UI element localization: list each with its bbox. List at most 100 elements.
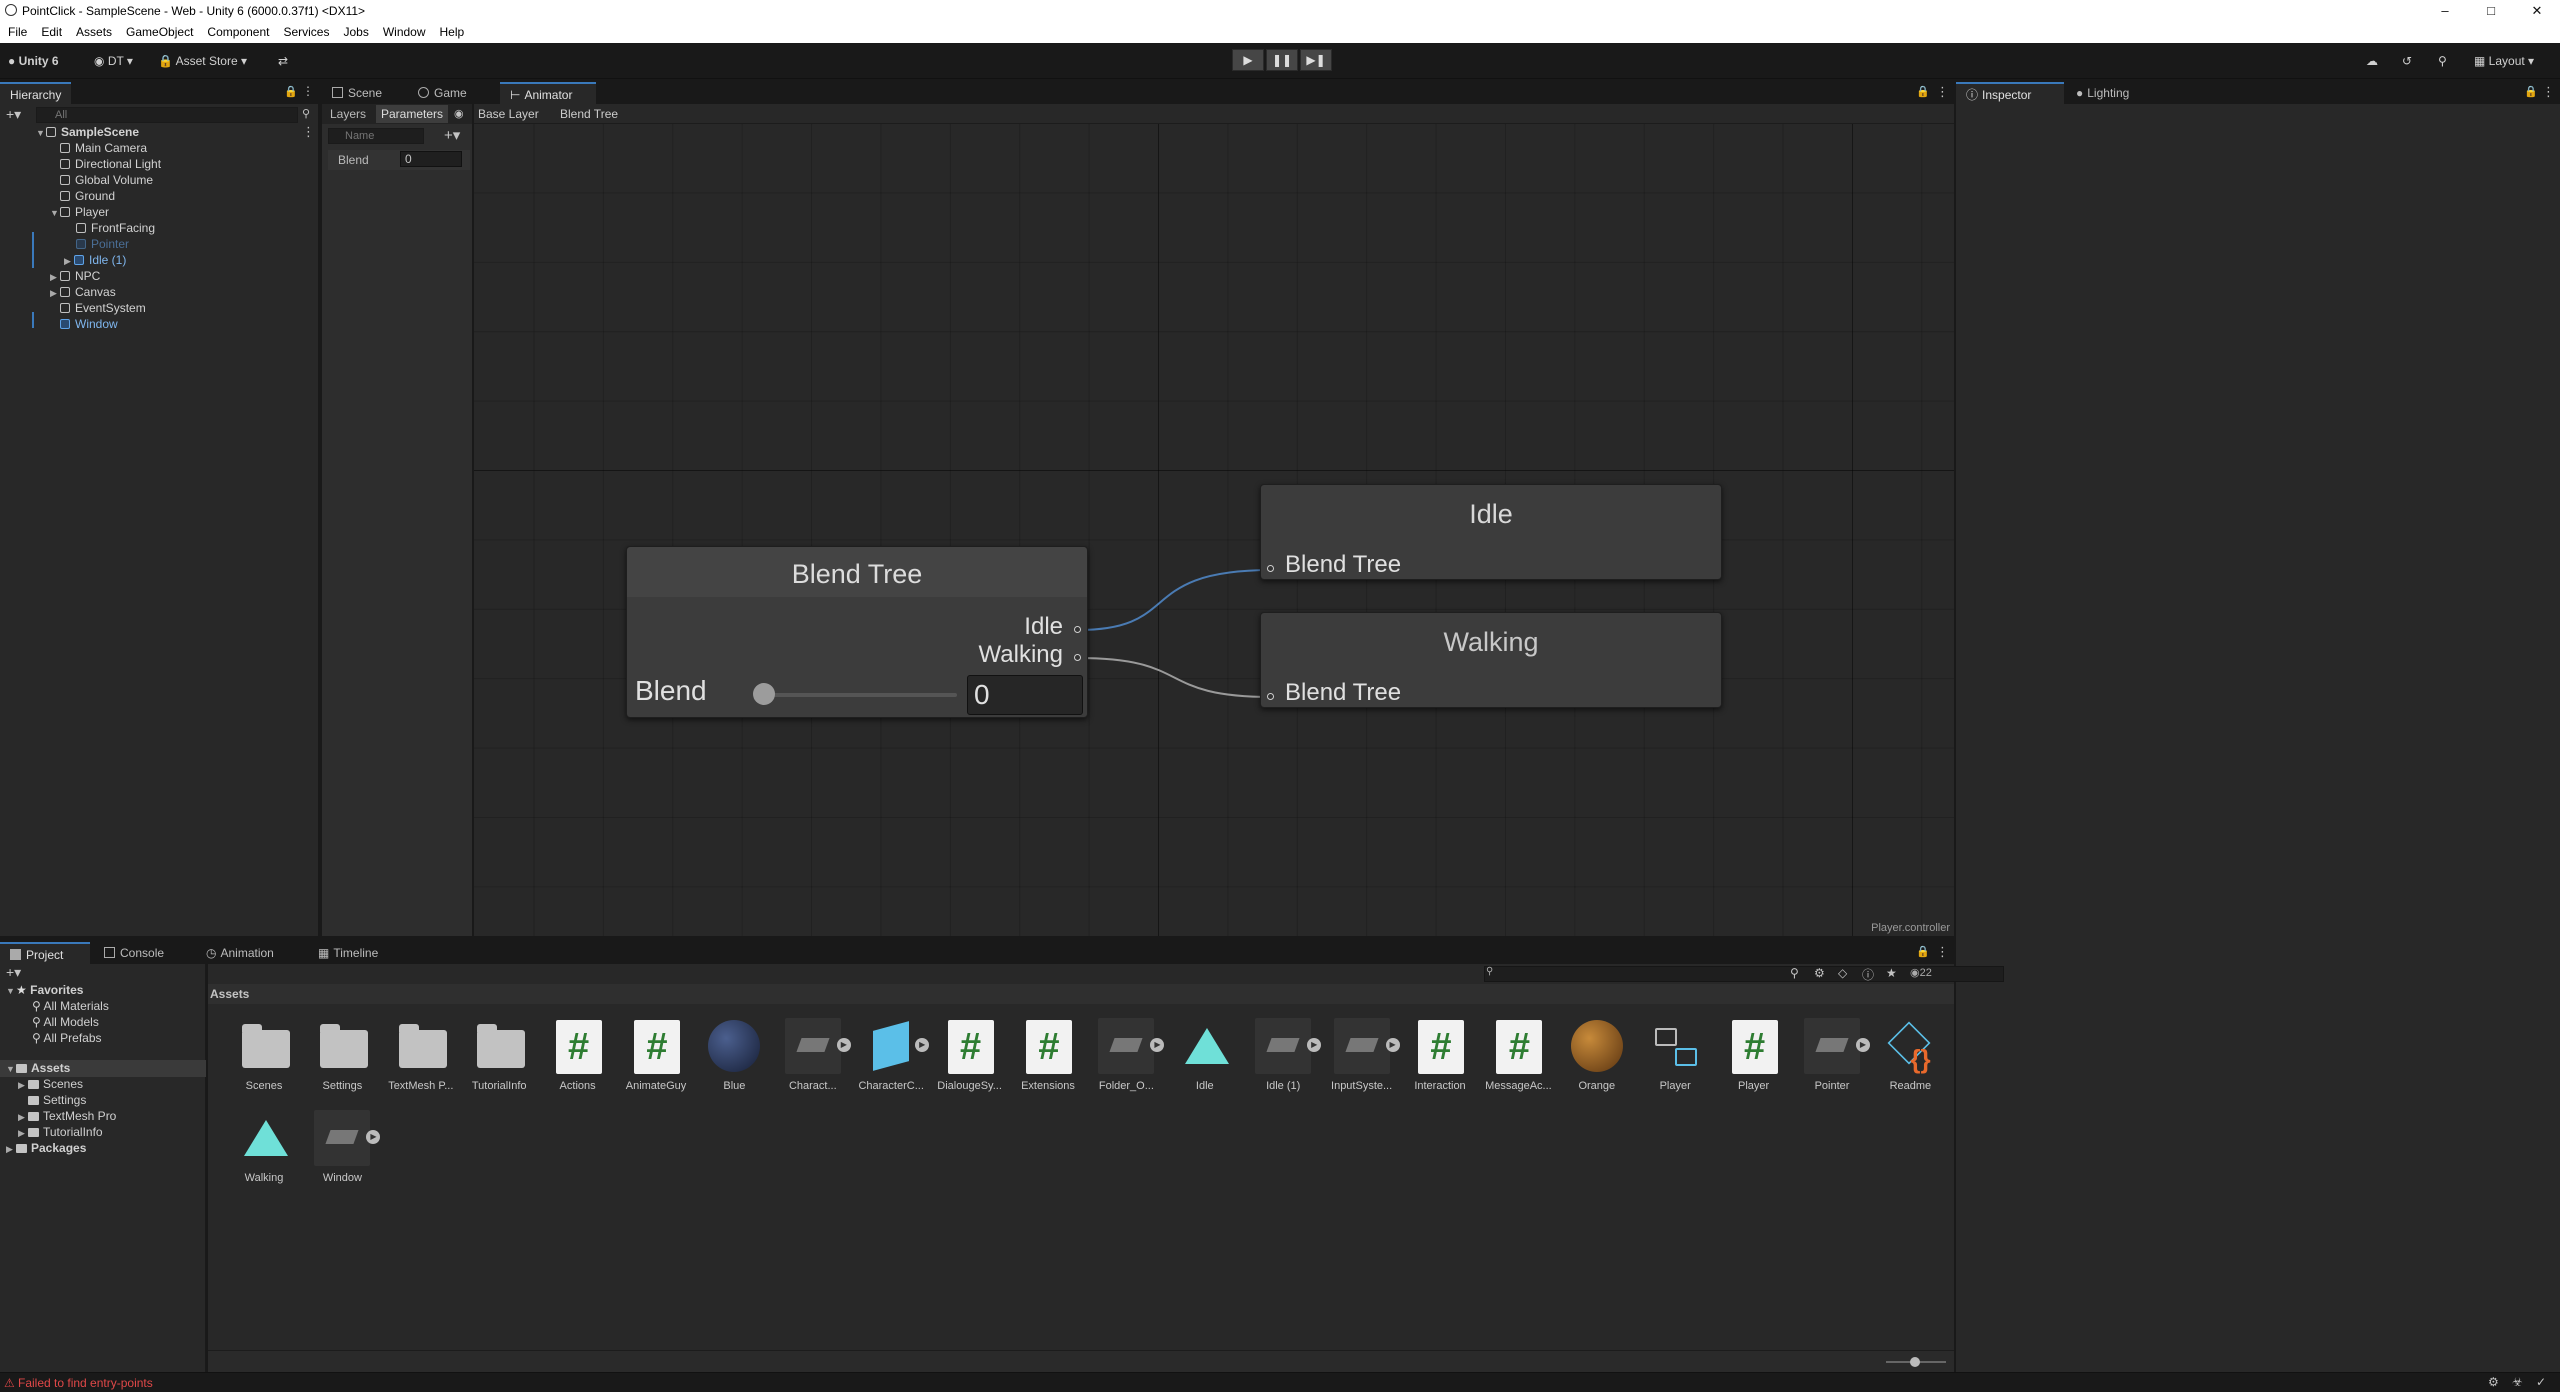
hierarchy-item[interactable]: Pointer [76,236,129,252]
lock-icon[interactable]: 🔒 [284,85,298,98]
layout-dropdown[interactable]: ▦ Layout ▾ [2474,51,2534,71]
blend-slider-track[interactable] [763,693,957,697]
asset-item[interactable]: ▶ Pointer [1794,1018,1870,1092]
asset-item[interactable]: TutorialInfo [461,1018,537,1092]
menu-help[interactable]: Help [440,21,465,43]
tab-animation[interactable]: ◷ Animation [196,942,284,964]
packages-node[interactable]: ▶ Packages [6,1140,86,1157]
parameter-search-input[interactable] [328,128,424,144]
favorite-item[interactable]: ⚲ All Materials [32,998,109,1014]
tab-inspector[interactable]: ⓘ Inspector [1956,82,2064,104]
asset-item[interactable]: # MessageAc... [1480,1018,1556,1092]
blend-value-field[interactable]: 0 [967,675,1083,715]
menu-services[interactable]: Services [283,21,329,43]
tab-game[interactable]: Game [408,82,477,104]
hierarchy-item[interactable]: Ground [60,188,115,204]
minimize-button[interactable]: – [2422,0,2468,21]
history-icon[interactable]: ↺ [2402,51,2412,71]
label-icon[interactable]: ◇ [1838,966,1847,980]
breadcrumb-base-layer[interactable]: Base Layer [478,107,539,121]
hierarchy-item[interactable]: Window [60,316,118,332]
unity-account-button[interactable]: ● Unity 6 [8,51,59,71]
play-button[interactable]: ▶ [1232,49,1264,71]
pause-button[interactable]: ❚❚ [1266,49,1298,71]
folder-node[interactable]: ▶ TextMesh Pro [18,1108,116,1125]
asset-item[interactable]: # Extensions [1010,1018,1086,1092]
asset-item[interactable]: ▶ CharacterC... [853,1018,930,1092]
menu-component[interactable]: Component [207,21,269,43]
hierarchy-item[interactable]: Global Volume [60,172,153,188]
filter-icon[interactable]: ⚙ [1814,966,1825,980]
asset-item[interactable]: Scenes [226,1018,302,1092]
idle-motion-node[interactable]: Idle Blend Tree [1260,484,1722,580]
parameter-value-field[interactable]: 0 [400,151,462,167]
asset-item[interactable]: Orange [1559,1018,1635,1092]
kebab-menu-icon[interactable]: ⋮ [302,84,314,98]
tab-hierarchy[interactable]: Hierarchy [0,82,72,104]
hierarchy-item[interactable]: Directional Light [60,156,161,172]
expand-arrow-icon[interactable]: ▼ [36,125,46,141]
breadcrumb-blend-tree[interactable]: Blend Tree [560,107,618,121]
menu-window[interactable]: Window [383,21,426,43]
hierarchy-item[interactable]: ▼ Player [50,204,109,220]
info-icon[interactable]: ⓘ [1862,966,1874,983]
asset-item[interactable]: ▶ Folder_O... [1088,1018,1165,1092]
expand-arrow-icon[interactable]: ▼ [6,983,16,999]
expand-arrow-icon[interactable]: ▶ [18,1077,28,1093]
menu-jobs[interactable]: Jobs [343,21,368,43]
hidden-count-badge[interactable]: ◉22 [1910,966,1932,979]
icon-size-slider-handle[interactable] [1910,1357,1920,1367]
expand-arrow-icon[interactable]: ▶ [64,253,74,269]
blend-slider-handle[interactable] [753,683,775,705]
hierarchy-search-input[interactable] [36,107,298,123]
expand-arrow-icon[interactable]: ▶ [18,1125,28,1141]
scene-root[interactable]: ▼ SampleScene [36,124,139,140]
tab-console[interactable]: Console [94,942,174,964]
favorite-item[interactable]: ⚲ All Models [32,1014,99,1030]
favorite-star-icon[interactable]: ★ [1886,966,1897,980]
expand-arrow-icon[interactable]: ▶ [50,285,60,301]
asset-item[interactable]: Blue [696,1018,772,1092]
expand-arrow-icon[interactable]: ▼ [50,205,60,221]
menu-gameobject[interactable]: GameObject [126,21,193,43]
tab-layers[interactable]: Layers [330,107,366,121]
expand-arrow-icon[interactable]: ▶ [18,1109,28,1125]
asset-item[interactable]: Idle [1167,1018,1243,1092]
lock-icon[interactable]: 🔒 [2524,85,2538,98]
expand-arrow-icon[interactable]: ▶ [50,269,60,285]
step-button[interactable]: ▶❚ [1300,49,1332,71]
asset-item[interactable]: ▶ InputSyste... [1324,1018,1400,1092]
scene-menu-icon[interactable]: ⋮ [302,124,315,140]
expand-arrow-icon[interactable]: ▶ [6,1141,16,1157]
asset-item[interactable]: ▶ Charact... [775,1018,851,1092]
asset-item[interactable]: # AnimateGuy [618,1018,694,1092]
asset-item[interactable]: ▶ Window [304,1110,381,1184]
search-by-type-icon[interactable]: ⚲ [1790,966,1799,980]
asset-store-dropdown[interactable]: 🔒 Asset Store ▾ [158,51,247,71]
favorites-node[interactable]: ▼★ Favorites [6,982,83,999]
kebab-menu-icon[interactable]: ⋮ [2542,84,2555,100]
asset-item[interactable]: TextMesh P... [383,1018,459,1092]
tab-scene[interactable]: Scene [322,82,392,104]
output-port-idle[interactable] [1074,626,1081,633]
version-control-icon[interactable]: ⇄ [278,51,288,71]
hierarchy-item[interactable]: EventSystem [60,300,146,316]
assets-node[interactable]: ▼ Assets [0,1060,206,1077]
status-error-message[interactable]: Failed to find entry-points [18,1376,153,1390]
walking-motion-node[interactable]: Walking Blend Tree [1260,612,1722,708]
menu-assets[interactable]: Assets [76,21,112,43]
asset-item[interactable]: # DialougeSy... [932,1018,1008,1092]
add-parameter-icon[interactable]: +▾ [444,126,460,144]
hierarchy-item[interactable]: ▶ NPC [50,268,100,284]
asset-item[interactable]: Settings [304,1018,380,1092]
hierarchy-item[interactable]: ▶ Idle (1) [64,252,126,268]
asset-item[interactable]: ▶ Idle (1) [1245,1018,1322,1092]
asset-item[interactable]: Player [1637,1018,1713,1092]
folder-node[interactable]: ▶ TutorialInfo [18,1124,103,1141]
search-options-icon[interactable]: ⚲ [302,107,310,120]
hierarchy-item[interactable]: ▶ Canvas [50,284,116,300]
blend-tree-node[interactable]: Blend Tree Idle Walking Blend 0 [626,546,1088,718]
output-port-walking[interactable] [1074,654,1081,661]
input-port-walking[interactable] [1267,693,1274,700]
add-icon[interactable]: +▾ [6,964,21,981]
